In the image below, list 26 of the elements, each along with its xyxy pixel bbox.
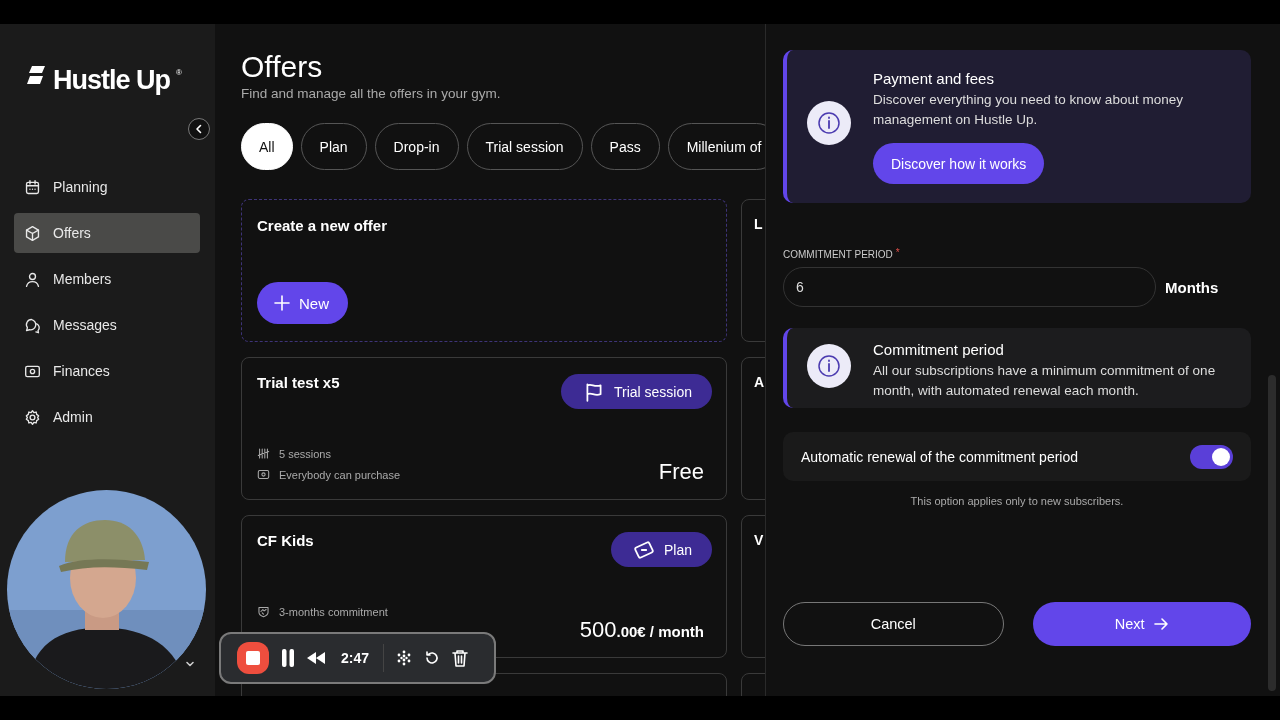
page-title: Offers bbox=[241, 49, 324, 84]
info-text: Discover everything you need to know about money management on Hustle Up. bbox=[873, 91, 1184, 129]
offer-price: Free bbox=[658, 459, 705, 485]
offer-type-badge: Trial session bbox=[560, 374, 712, 409]
offer-title: A bbox=[754, 374, 765, 390]
info-title: Commitment period bbox=[873, 340, 1005, 360]
field-label: COMMITMENT PERIOD bbox=[783, 249, 893, 260]
required-mark: * bbox=[895, 249, 900, 260]
offer-detail: 5 sessions bbox=[279, 447, 331, 460]
page-subtitle: Find and manage all the offers in your gym. bbox=[241, 86, 502, 101]
offer-detail: 3-months commitment bbox=[279, 605, 388, 618]
offer-price: 500.00€ / month bbox=[579, 617, 705, 643]
logo-text: Hustle Up bbox=[53, 64, 170, 96]
offer-detail: Everybody can purchase bbox=[279, 468, 401, 481]
unit-label: Months bbox=[1165, 278, 1219, 296]
toggle-label: Automatic renewal of the commitment period bbox=[801, 448, 1078, 465]
info-text: All our subscriptions have a minimum commitment of one month, with automated renewal each month. bbox=[873, 362, 1217, 400]
offer-title: Trial test x5 bbox=[257, 374, 340, 391]
note-text: This option applies only to new subscribers. bbox=[909, 495, 1125, 507]
offer-title: CF Kids bbox=[257, 532, 314, 549]
offer-title: L bbox=[754, 216, 764, 232]
offer-type-badge: Plan bbox=[610, 532, 712, 567]
info-title: Payment and fees bbox=[873, 69, 995, 89]
registered-mark: ® bbox=[176, 68, 182, 77]
offer-title: V bbox=[754, 532, 765, 548]
card-title: Create a new offer bbox=[257, 217, 389, 234]
